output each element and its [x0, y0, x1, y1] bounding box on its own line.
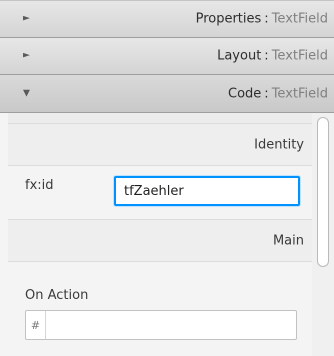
identity-header-label: Identity — [254, 137, 304, 152]
vertical-scrollbar[interactable] — [312, 113, 334, 356]
code-section-content: Identity fx:id Main On Action # — [0, 113, 334, 356]
section-title: Layout: TextField — [217, 48, 328, 64]
on-action-label: On Action — [25, 288, 89, 303]
hash-prefix: # — [26, 311, 46, 339]
section-title: Properties: TextField — [195, 11, 328, 27]
expand-arrow-icon: ► — [23, 50, 30, 61]
fxid-label: fx:id — [25, 178, 54, 193]
scrollbar-thumb[interactable] — [317, 117, 329, 267]
main-group-header: Main — [8, 219, 312, 262]
on-action-input[interactable] — [46, 311, 296, 339]
on-action-field[interactable]: # — [25, 310, 297, 340]
main-header-label: Main — [272, 233, 304, 248]
layout-section-header[interactable]: ► Layout: TextField — [0, 38, 334, 75]
code-section-header[interactable]: ▼ Code: TextField — [0, 75, 334, 113]
collapse-arrow-icon: ▼ — [23, 88, 30, 98]
content-top-strip — [8, 113, 312, 123]
section-title: Code: TextField — [228, 86, 328, 101]
expand-arrow-icon: ► — [23, 13, 30, 24]
identity-group-header: Identity — [8, 123, 312, 166]
fxid-input[interactable] — [114, 176, 300, 206]
properties-section-header[interactable]: ► Properties: TextField — [0, 0, 334, 38]
inspector-panel: ► Properties: TextField ► Layout: TextFiel… — [0, 0, 334, 356]
